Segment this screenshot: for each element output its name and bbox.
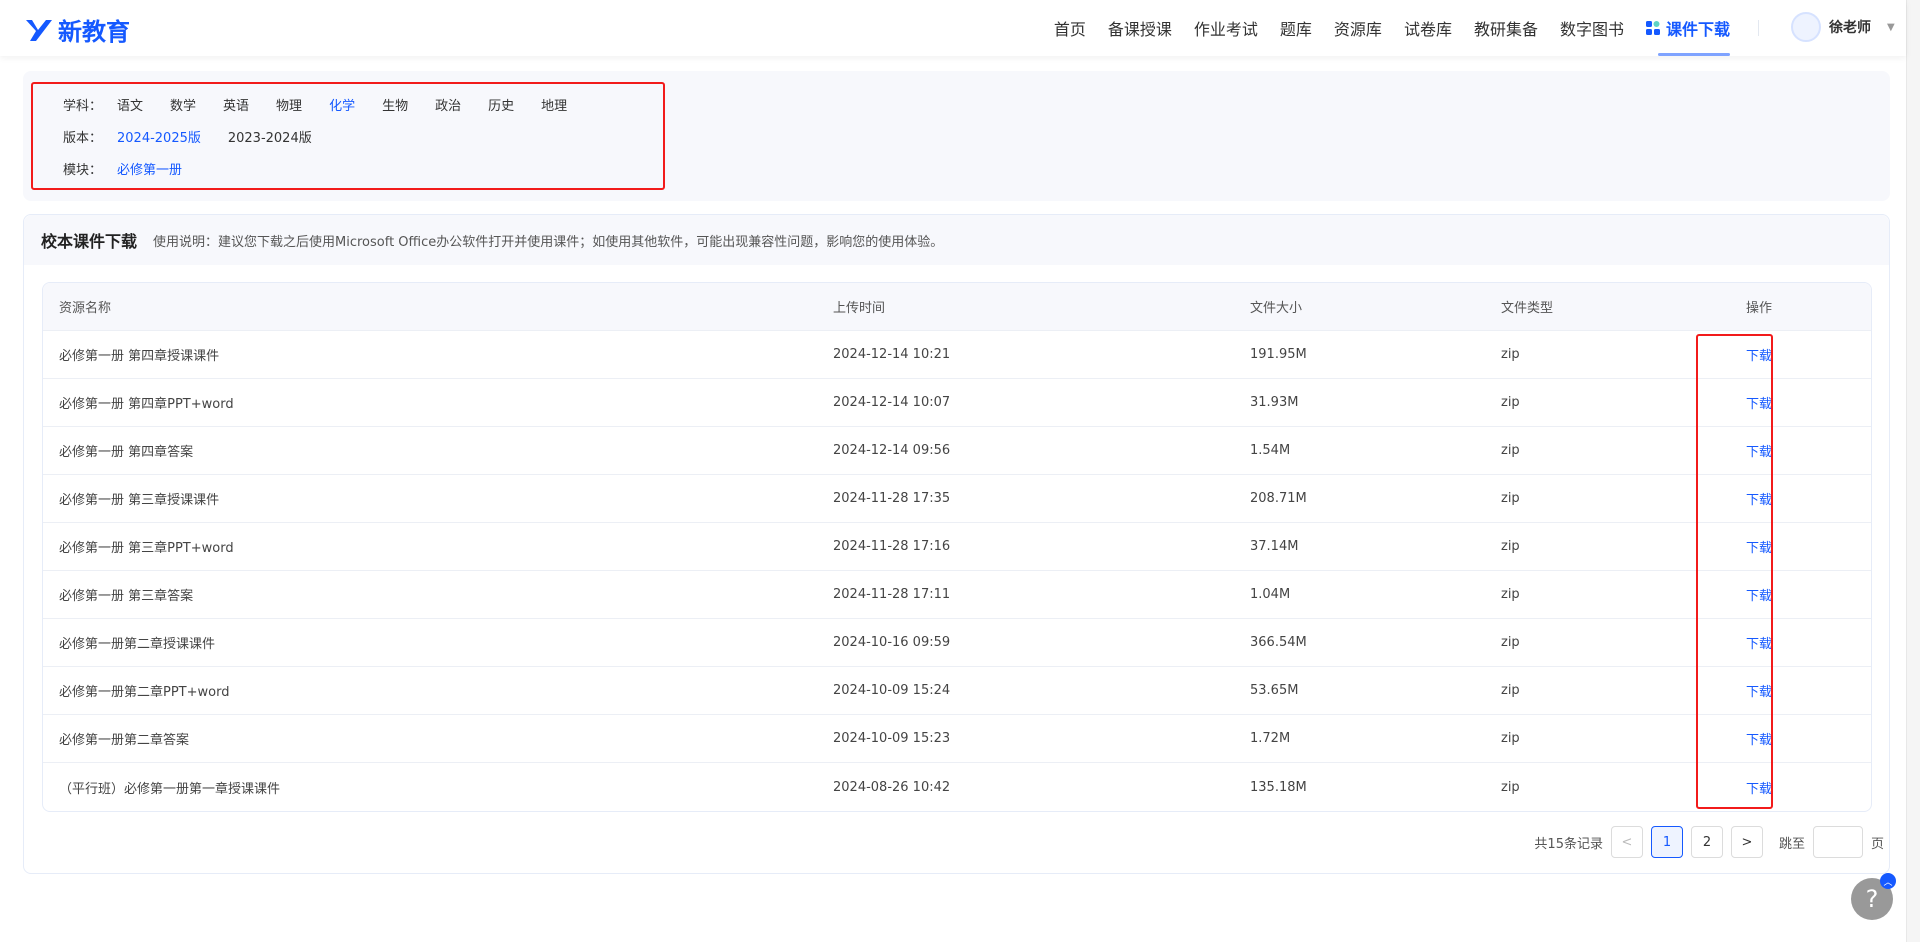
upload-time: 2024-08-26 10:42 xyxy=(833,779,951,795)
file-type: zip xyxy=(1501,731,1520,746)
resource-name: 必修第一册 第三章PPT+word xyxy=(59,541,234,556)
table-row: （平行班）必修第一册第一章授课课件 2024-08-26 10:42 135.18M… xyxy=(43,763,1871,811)
nav-item[interactable]: 试卷库 xyxy=(1404,16,1452,40)
file-size: 366.54M xyxy=(1250,635,1307,650)
file-size: 208.71M xyxy=(1250,491,1307,506)
table-row: 必修第一册第二章PPT+word 2024-10-09 15:24 53.65M zi… xyxy=(43,667,1871,715)
resource-name: 必修第一册第二章PPT+word xyxy=(59,685,230,700)
column-header: 上传时间 xyxy=(833,301,886,316)
nav-item[interactable]: 作业考试 xyxy=(1194,16,1258,40)
table-row: 必修第一册 第三章PPT+word 2024-11-28 17:16 37.14M z… xyxy=(43,523,1871,571)
resource-name: 必修第一册 第三章答案 xyxy=(59,589,194,604)
next-page-button[interactable]: > xyxy=(1730,826,1763,858)
question-icon: ? xyxy=(1865,885,1879,913)
jump-label: 跳至 xyxy=(1778,836,1805,852)
file-type: zip xyxy=(1501,491,1520,506)
jump-page-input[interactable] xyxy=(1812,826,1863,858)
pagination: 共15条记录 <1 2 > 跳至 页 xyxy=(1534,826,1884,858)
file-size: 37.14M xyxy=(1250,539,1299,554)
resource-name: 必修第一册第二章授课课件 xyxy=(59,637,216,652)
logo-text: 新教育 xyxy=(58,18,130,46)
file-size: 1.54M xyxy=(1250,443,1291,458)
nav-item[interactable]: 备课授课 xyxy=(1108,16,1172,40)
courseware-table: 资源名称 上传时间 文件大小 文件类型 操作必修第一册 第四章授课课件 2024-12-1… xyxy=(42,282,1872,812)
back-to-top-button[interactable]: ︿ xyxy=(1880,873,1896,889)
card-header: 校本课件下载 使用说明：建议您下载之后使用Microsoft Office办公软… xyxy=(24,215,1889,265)
nav-item[interactable]: 题库 xyxy=(1280,16,1312,40)
total-records: 共15条记录 xyxy=(1534,836,1603,852)
upload-time: 2024-10-09 15:24 xyxy=(833,683,951,698)
column-header: 资源名称 xyxy=(59,301,112,316)
file-type: zip xyxy=(1501,395,1520,410)
nav-divider xyxy=(1758,20,1759,36)
table-row: 必修第一册 第四章PPT+word 2024-12-14 10:07 31.93M z… xyxy=(43,379,1871,427)
page-suffix: 页 xyxy=(1870,836,1884,852)
column-header: 文件大小 xyxy=(1250,301,1303,316)
user-menu[interactable]: 徐老师 ▼ xyxy=(1791,12,1895,42)
upload-time: 2024-11-28 17:16 xyxy=(833,539,951,554)
file-size: 31.93M xyxy=(1250,395,1299,410)
table-row: 必修第一册 第四章答案 2024-12-14 09:56 1.54M zip 下载 xyxy=(43,427,1871,475)
top-header: 新教育 首页 备课授课 作业考试 题库 资源库 试卷库 教研集备 数字图书 课件下载 徐老师 ▼ xyxy=(0,0,1906,56)
section-title: 校本课件下载 xyxy=(41,232,138,251)
page-button[interactable]: 2 xyxy=(1690,826,1723,858)
file-size: 53.65M xyxy=(1250,683,1299,698)
file-type: zip xyxy=(1501,635,1520,650)
nav-item-active[interactable]: 课件下载 xyxy=(1645,0,1731,56)
upload-time: 2024-12-14 10:21 xyxy=(833,347,951,362)
table-row: 必修第一册第二章答案 2024-10-09 15:23 1.72M zip 下载 xyxy=(43,715,1871,763)
nav-item[interactable]: 首页 xyxy=(1054,16,1086,40)
nav-item[interactable]: 数字图书 xyxy=(1560,16,1624,40)
file-type: zip xyxy=(1501,443,1520,458)
upload-time: 2024-12-14 09:56 xyxy=(833,443,951,458)
resource-name: 必修第一册第二章答案 xyxy=(59,733,190,748)
upload-time: 2024-11-28 17:11 xyxy=(833,587,951,602)
upload-time: 2024-12-14 10:07 xyxy=(833,395,951,410)
resource-name: 必修第一册 第四章PPT+word xyxy=(59,397,234,412)
column-header: 操作 xyxy=(1746,301,1773,316)
file-type: zip xyxy=(1501,539,1520,554)
file-type: zip xyxy=(1501,587,1520,602)
prev-page-button[interactable]: < xyxy=(1610,826,1643,858)
nav-item-label: 课件下载 xyxy=(1665,20,1730,39)
table-row: 必修第一册 第四章授课课件 2024-12-14 10:21 191.95M zip 下… xyxy=(43,331,1871,379)
upload-time: 2024-11-28 17:35 xyxy=(833,491,951,506)
courseware-card: 校本课件下载 使用说明：建议您下载之后使用Microsoft Office办公软… xyxy=(23,214,1890,874)
highlight-box-downloads xyxy=(1696,334,1773,809)
nav-item[interactable]: 教研集备 xyxy=(1474,16,1538,40)
table-row: 必修第一册第二章授课课件 2024-10-16 09:59 366.54M zip 下载 xyxy=(43,619,1871,667)
file-type: zip xyxy=(1501,779,1520,795)
page-button[interactable]: 1 xyxy=(1650,826,1683,858)
file-size: 191.95M xyxy=(1250,347,1307,362)
table-row: 必修第一册 第三章答案 2024-11-28 17:11 1.04M zip 下载 xyxy=(43,571,1871,619)
user-name: 徐老师 xyxy=(1829,20,1871,36)
resource-name: （平行班）必修第一册第一章授课课件 xyxy=(59,781,281,797)
upload-time: 2024-10-16 09:59 xyxy=(833,635,951,650)
grid-icon xyxy=(1645,21,1660,35)
nav-item[interactable]: 资源库 xyxy=(1334,16,1382,40)
file-size: 1.04M xyxy=(1250,587,1291,602)
logo[interactable]: 新教育 xyxy=(24,12,130,47)
highlight-box-filters xyxy=(31,82,665,190)
upload-time: 2024-10-09 15:23 xyxy=(833,731,951,746)
table-header-row: 资源名称 上传时间 文件大小 文件类型 操作 xyxy=(43,283,1871,331)
table-row: 必修第一册 第三章授课课件 2024-11-28 17:35 208.71M zip 下… xyxy=(43,475,1871,523)
resource-name: 必修第一册 第四章授课课件 xyxy=(59,349,220,364)
main-nav: 首页 备课授课 作业考试 题库 资源库 试卷库 教研集备 数字图书 课件下载 xyxy=(1054,0,1731,56)
resource-name: 必修第一册 第四章答案 xyxy=(59,445,194,460)
file-size: 135.18M xyxy=(1250,779,1307,795)
file-type: zip xyxy=(1501,683,1520,698)
logo-icon xyxy=(26,19,52,41)
resource-name: 必修第一册 第三章授课课件 xyxy=(59,493,220,508)
usage-note: 使用说明：建议您下载之后使用Microsoft Office办公软件打开并使用课… xyxy=(153,234,944,250)
chevron-down-icon: ▼ xyxy=(1887,21,1895,33)
file-size: 1.72M xyxy=(1250,731,1291,746)
file-type: zip xyxy=(1501,347,1520,362)
column-header: 文件类型 xyxy=(1501,301,1554,316)
page-scrollbar[interactable] xyxy=(1906,0,1920,942)
avatar xyxy=(1791,12,1821,42)
